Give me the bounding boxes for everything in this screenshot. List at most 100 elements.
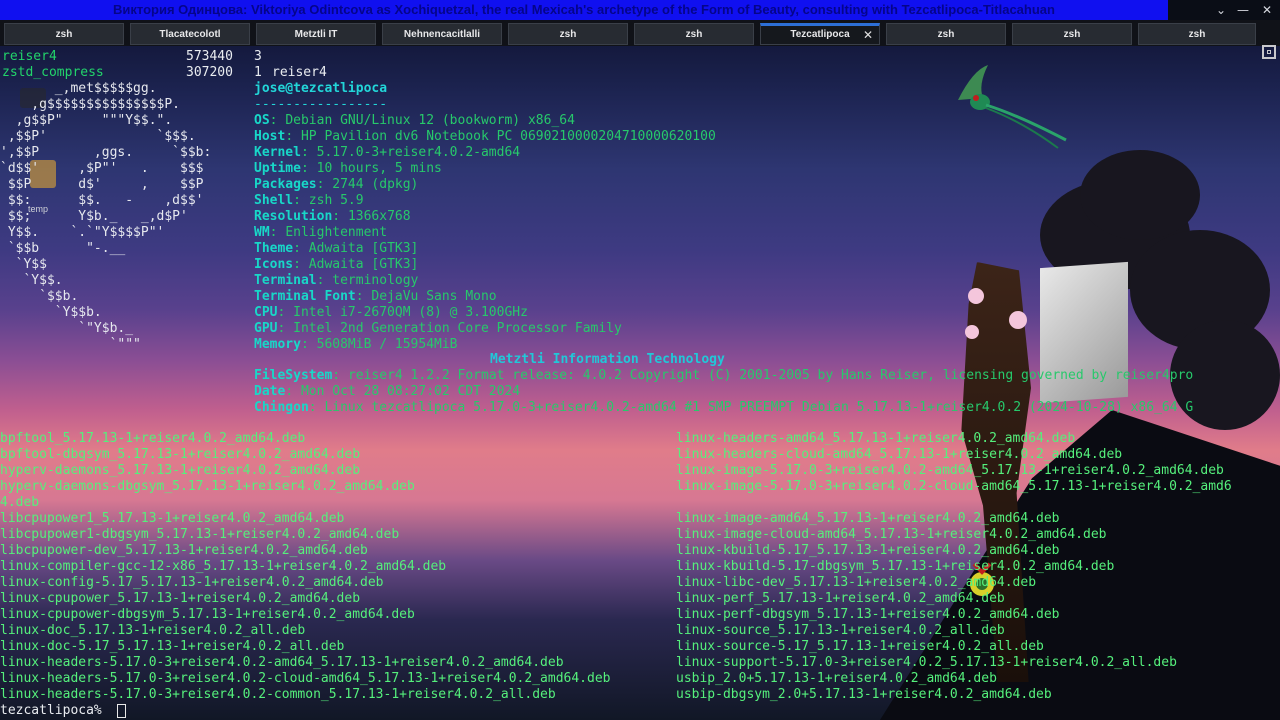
deb-file: linux-doc-5.17_5.17.13-1+reiser4.0.2_all… bbox=[0, 639, 345, 654]
deb-file: usbip-dbgsym_2.0+5.17.13-1+reiser4.0.2_a… bbox=[676, 687, 1052, 702]
output-name: reiser4 bbox=[2, 49, 57, 64]
deb-file: linux-image-amd64_5.17.13-1+reiser4.0.2_… bbox=[676, 511, 1060, 526]
info-value: 10 hours, 5 mins bbox=[316, 161, 442, 176]
ascii-logo-line: `Y$$. bbox=[0, 273, 63, 288]
output-count: 3 bbox=[254, 49, 262, 64]
info-row: GPU: Intel 2nd Generation Core Processor… bbox=[254, 321, 622, 336]
info-row: Theme: Adwaita [GTK3] bbox=[254, 241, 419, 256]
title-row: Виктория Одинцова: Viktoriya Odintcova a… bbox=[0, 0, 1280, 20]
tab-nehnencacitlalli[interactable]: Nehnencacitlalli bbox=[382, 23, 502, 45]
tab-label: Nehnencacitlalli bbox=[403, 29, 481, 40]
info-value: Adwaita [GTK3] bbox=[308, 257, 419, 272]
output-size: 307200 bbox=[186, 65, 233, 80]
info-value: 5608MiB / 15954MiB bbox=[316, 337, 458, 352]
ascii-logo-line: ',$$P ,ggs. `$$b: bbox=[0, 145, 212, 160]
info-label: CPU bbox=[254, 305, 278, 320]
info-row: Packages: 2744 (dpkg) bbox=[254, 177, 419, 192]
info-value: 5.17.0-3+reiser4.0.2-amd64 bbox=[316, 145, 521, 160]
tab-label: zsh bbox=[1188, 29, 1206, 40]
tab-label: Tlacatecolotl bbox=[159, 29, 221, 40]
deb-file: 4.deb bbox=[0, 495, 40, 510]
tab-zsh-4[interactable]: zsh bbox=[886, 23, 1006, 45]
tab-label: zsh bbox=[55, 29, 73, 40]
info-value: Adwaita [GTK3] bbox=[308, 241, 419, 256]
tab-label: Tezcatlipoca bbox=[790, 29, 850, 40]
text-cursor[interactable] bbox=[117, 704, 126, 718]
deb-file: linux-source_5.17.13-1+reiser4.0.2_all.d… bbox=[676, 623, 1005, 638]
extra-info-row: Date: Mon Oct 28 08:27:02 CDT 2024 bbox=[254, 384, 521, 399]
ascii-logo-line: `""" bbox=[0, 337, 141, 352]
info-label: WM bbox=[254, 225, 270, 240]
tab-metztli-it[interactable]: Metztli IT bbox=[256, 23, 376, 45]
terminal-view[interactable]: reiser4 573440 3 zstd_compress 307200 1 … bbox=[0, 46, 1280, 720]
info-label: Resolution bbox=[254, 209, 333, 224]
info-value: 1366x768 bbox=[347, 209, 411, 224]
ascii-logo-line: $$P d$' , $$P bbox=[0, 177, 204, 192]
info-row: OS: Debian GNU/Linux 12 (bookworm) x86_6… bbox=[254, 113, 575, 128]
output-count: 1 bbox=[254, 65, 262, 80]
deb-file: linux-cpupower_5.17.13-1+reiser4.0.2_amd… bbox=[0, 591, 361, 606]
deb-file: linux-perf_5.17.13-1+reiser4.0.2_amd64.d… bbox=[676, 591, 1005, 606]
tab-bar: zsh Tlacatecolotl Metztli IT Nehnencacit… bbox=[0, 20, 1280, 59]
deb-file: linux-image-5.17.0-3+reiser4.0.2-cloud-a… bbox=[676, 479, 1232, 494]
extra-info-row: Chingon: Linux tezcatlipoca 5.17.0-3+rei… bbox=[254, 400, 1194, 415]
tab-zsh-6[interactable]: zsh bbox=[1138, 23, 1256, 45]
tab-label: zsh bbox=[685, 29, 703, 40]
info-value: DejaVu Sans Mono bbox=[371, 289, 497, 304]
info-value: Intel 2nd Generation Core Processor Fami… bbox=[293, 321, 622, 336]
info-value: Linux tezcatlipoca 5.17.0-3+reiser4.0.2-… bbox=[324, 400, 1194, 415]
info-row: CPU: Intel i7-2670QM (8) @ 3.100GHz bbox=[254, 305, 528, 320]
shell-prompt: tezcatlipoca% bbox=[0, 703, 102, 718]
ascii-logo-line: `Y$$b. bbox=[0, 305, 102, 320]
info-label: Host bbox=[254, 129, 286, 144]
info-label: Chingon bbox=[254, 400, 309, 415]
tab-zsh-5[interactable]: zsh bbox=[1012, 23, 1132, 45]
deb-file: linux-headers-5.17.0-3+reiser4.0.2-commo… bbox=[0, 687, 556, 702]
deb-file: bpftool-dbgsym_5.17.13-1+reiser4.0.2_amd… bbox=[0, 447, 361, 462]
tab-close-icon[interactable]: ✕ bbox=[863, 26, 873, 44]
ascii-logo-line: $$: $$. - ,d$$' bbox=[0, 193, 204, 208]
tab-label: zsh bbox=[937, 29, 955, 40]
tab-tlacatecolotl[interactable]: Tlacatecolotl bbox=[130, 23, 250, 45]
deb-file: linux-perf-dbgsym_5.17.13-1+reiser4.0.2_… bbox=[676, 607, 1060, 622]
info-row: Terminal: terminology bbox=[254, 273, 419, 288]
ascii-logo-line: ,g$$P" """Y$$.". bbox=[0, 113, 173, 128]
deb-file: linux-support-5.17.0-3+reiser4.0.2_5.17.… bbox=[676, 655, 1177, 670]
info-label: GPU bbox=[254, 321, 278, 336]
deb-file: libcpupower1_5.17.13-1+reiser4.0.2_amd64… bbox=[0, 511, 345, 526]
tab-tezcatlipoca[interactable]: Tezcatlipoca ✕ bbox=[760, 23, 880, 45]
minimize-button[interactable]: — bbox=[1232, 0, 1254, 20]
deb-file: bpftool_5.17.13-1+reiser4.0.2_amd64.deb bbox=[0, 431, 306, 446]
ascii-logo-line: ,g$$$$$$$$$$$$$$$P. bbox=[0, 97, 181, 112]
info-row: Terminal Font: DejaVu Sans Mono bbox=[254, 289, 497, 304]
deb-file: libcpupower-dev_5.17.13-1+reiser4.0.2_am… bbox=[0, 543, 368, 558]
deb-file: linux-cpupower-dbgsym_5.17.13-1+reiser4.… bbox=[0, 607, 415, 622]
deb-file: linux-headers-cloud-amd64_5.17.13-1+reis… bbox=[676, 447, 1123, 462]
window-title: Виктория Одинцова: Viktoriya Odintcova a… bbox=[0, 0, 1168, 20]
tab-label: zsh bbox=[559, 29, 577, 40]
deb-file: linux-config-5.17_5.17.13-1+reiser4.0.2_… bbox=[0, 575, 384, 590]
tab-zsh-1[interactable]: zsh bbox=[4, 23, 124, 45]
info-row: Host: HP Pavilion dv6 Notebook PC 069021… bbox=[254, 129, 716, 144]
deb-file: libcpupower1-dbgsym_5.17.13-1+reiser4.0.… bbox=[0, 527, 400, 542]
info-value: Enlightenment bbox=[285, 225, 388, 240]
deb-file: linux-kbuild-5.17-dbgsym_5.17.13-1+reise… bbox=[676, 559, 1115, 574]
info-label: OS bbox=[254, 113, 270, 128]
deb-file: usbip_2.0+5.17.13-1+reiser4.0.2_amd64.de… bbox=[676, 671, 997, 686]
deb-file: linux-headers-amd64_5.17.13-1+reiser4.0.… bbox=[676, 431, 1076, 446]
info-row: Resolution: 1366x768 bbox=[254, 209, 411, 224]
chevron-down-icon[interactable]: ⌄ bbox=[1210, 0, 1232, 20]
info-row: Icons: Adwaita [GTK3] bbox=[254, 257, 419, 272]
info-value: 2744 (dpkg) bbox=[332, 177, 419, 192]
center-title: Metztli Information Technology bbox=[490, 352, 725, 367]
deb-file: linux-source-5.17_5.17.13-1+reiser4.0.2_… bbox=[676, 639, 1044, 654]
tab-zsh-2[interactable]: zsh bbox=[508, 23, 628, 45]
close-button[interactable]: ✕ bbox=[1256, 0, 1278, 20]
output-name: zstd_compress bbox=[2, 65, 104, 80]
ascii-logo-line: `d$$' ,$P"' . $$$ bbox=[0, 161, 204, 176]
ascii-logo-line: `"Y$b._ bbox=[0, 321, 134, 336]
separator-line: ----------------- bbox=[254, 97, 388, 112]
tab-zsh-3[interactable]: zsh bbox=[634, 23, 754, 45]
deb-file: linux-kbuild-5.17_5.17.13-1+reiser4.0.2_… bbox=[676, 543, 1060, 558]
output-size: 573440 bbox=[186, 49, 233, 64]
